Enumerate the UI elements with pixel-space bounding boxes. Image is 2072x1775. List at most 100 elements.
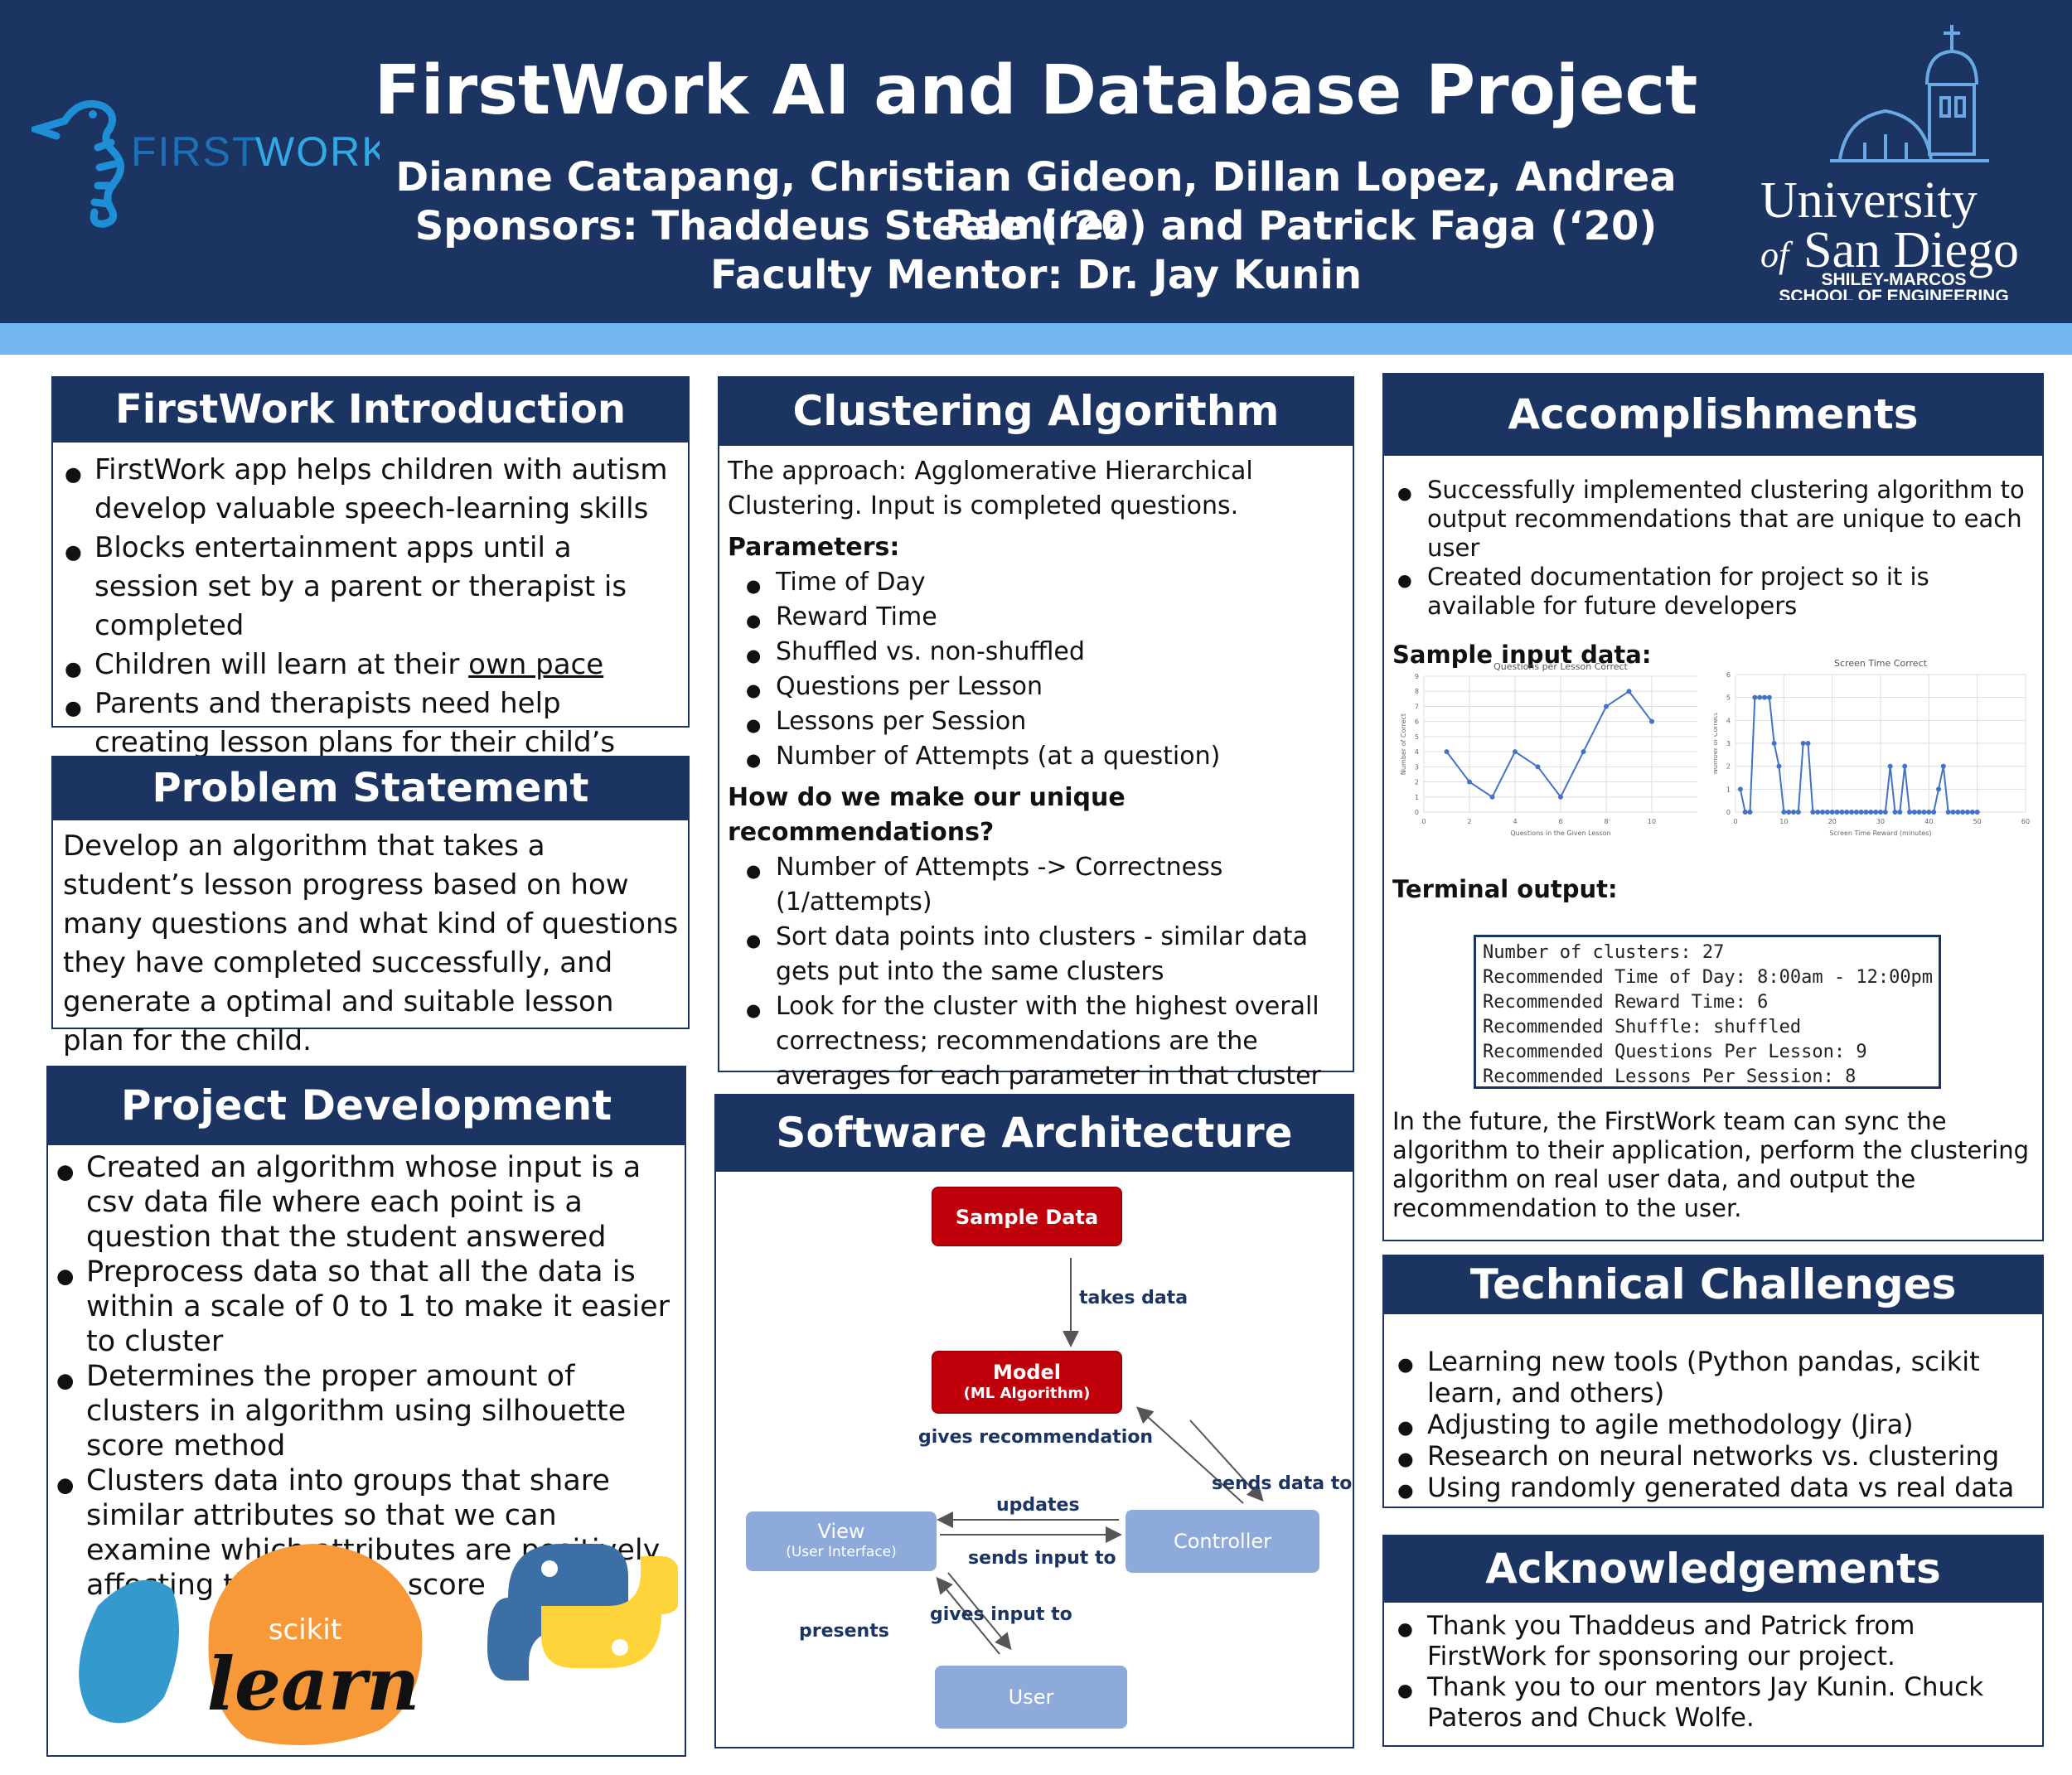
y-tick-label: 8 [1415,688,1419,695]
data-point [1444,749,1450,755]
challenge-bullet: Research on neural networks vs. clusteri… [1392,1440,2036,1475]
chart-title: Screen Time Correct [1834,658,1928,669]
data-point [1849,810,1854,815]
y-tick-label: 7 [1415,703,1419,710]
mission-dome-icon [1830,25,1989,162]
data-point [1795,810,1801,815]
data-point [1535,764,1541,770]
recommendation-step: Number of Attempts -> Correctness (1/att… [741,850,1346,920]
questions-per-lesson-chart: Questions per Lesson Correct 0 1 2 3 4 5 6 7 8 9 0 2… [1400,661,1697,837]
data-point [1902,763,1908,769]
development-heading: Project Development [48,1067,685,1145]
development-bullet: Preprocess data so that all the data is … [51,1255,676,1359]
development-panel: Project Development Created an algorithm… [46,1066,686,1757]
data-point [1916,810,1922,815]
parameter-item: Shuffled vs. non-shuffled [741,635,1346,673]
development-bullet: Created an algorithm whose input is a cs… [51,1150,676,1255]
terminal-line: Recommended Time of Day: 8:00am - 12:00p… [1483,967,1934,988]
challenge-bullet: Adjusting to agile methodology (Jira) [1392,1409,2036,1444]
data-point [1931,810,1937,815]
data-point [1771,741,1777,746]
data-point [1834,810,1840,815]
data-point [1513,749,1518,755]
x-tick-label: 50 [1973,818,1982,825]
parameters-title: Parameters: [728,533,900,562]
edge-updates: updates [996,1495,1080,1516]
x-tick-label: 10 [1779,818,1788,825]
data-point [1955,810,1961,815]
data-point [1649,718,1654,724]
parameter-item: Number of Attempts (at a question) [741,739,1346,777]
sample-data-node: Sample Data [932,1187,1122,1246]
series-line [1739,696,1978,813]
data-point [1897,810,1903,815]
data-point [1776,763,1782,769]
intro-bullets: FirstWork app helps children with autism… [60,451,680,801]
data-point [1882,810,1888,815]
x-axis-label: Screen Time Reward (minutes) [1829,829,1931,837]
data-point [1878,810,1883,815]
data-point [1800,741,1806,746]
library-logos: scikit learn [79,1544,678,1745]
edge-gives-recommendation: gives recommendation [918,1427,1154,1448]
y-tick-label: 0 [1726,809,1731,816]
svg-text:SCHOOL OF ENGINEERING: SCHOOL OF ENGINEERING [1779,287,2008,300]
data-point [1805,741,1811,746]
development-bullet: Determines the proper amount of clusters… [51,1359,676,1463]
y-tick-label: 6 [1726,671,1731,679]
data-point [1752,694,1758,700]
recommendation-steps: Number of Attempts -> Correctness (1/att… [741,850,1346,1094]
y-axis-label: Number of Correct [1714,713,1719,774]
edge-takes-data: takes data [1079,1288,1188,1308]
problem-text: Develop an algorithm that takes a studen… [63,829,679,1057]
y-tick-label: 6 [1415,718,1419,726]
y-tick-label: 3 [1726,740,1731,747]
y-tick-label: 3 [1415,763,1419,771]
challenge-bullet: Learning new tools (Python pandas, sciki… [1392,1346,2036,1409]
python-logo [487,1544,678,1681]
x-tick-label: 40 [1924,818,1933,825]
problem-heading: Problem Statement [53,757,688,820]
recommendations-title: How do we make our unique recommendation… [728,783,1126,847]
accomplishment-bullet: Created documentation for project so it … [1392,563,2036,621]
terminal-title: Terminal output: [1392,875,1618,903]
parameter-item: Lessons per Session [741,704,1346,742]
y-tick-label: 2 [1415,779,1419,786]
x-tick-label: 8 [1604,818,1608,825]
intro-bullet: Blocks entertainment apps until a sessio… [60,529,680,646]
architecture-arrows [936,1258,1264,1655]
future-text: In the future, the FirstWork team can sy… [1392,1107,2029,1222]
view-node: View (User Interface) [746,1511,937,1571]
sponsor-line: Sponsors: Thaddeus Steele (‘20) and Patr… [414,203,1658,249]
x-tick-label: 20 [1828,818,1837,825]
firstwork-logo: FIRST WORK [31,99,380,228]
data-point [1824,810,1830,815]
data-point [1467,779,1472,785]
problem-panel: Problem Statement Develop an algorithm t… [51,756,690,1057]
data-point [1815,810,1821,815]
header-stripe [0,323,2072,355]
acknowledgements-panel: Acknowledgements Thank you Thaddeus and … [1382,1535,2044,1747]
scikit-learn-logo: scikit learn [79,1544,423,1745]
data-point [1747,810,1753,815]
model-label: Model [992,1361,1062,1384]
terminal-line: Recommended Shuffle: shuffled [1483,1017,1802,1037]
emphasis-text: own pace [468,648,604,681]
data-point [1858,810,1864,815]
challenges-heading: Technical Challenges [1384,1256,2042,1314]
data-point [1853,810,1859,815]
edge-gives-input-to: gives input to [930,1604,1072,1625]
architecture-panel: Software Architecture Sample Data Model … [714,1094,1354,1748]
terminal-line: Recommended Lessons Per Session: 8 [1483,1066,1857,1087]
mentor-line: Faculty Mentor: Dr. Jay Kunin [709,252,1363,298]
accomplishment-bullet: Successfully implemented clustering algo… [1392,476,2036,563]
data-point [1489,794,1495,800]
challenges-bullets: Learning new tools (Python pandas, sciki… [1392,1346,2036,1507]
data-point [1868,810,1874,815]
accomplishments-panel: Accomplishments Successfully implemented… [1382,373,2044,1241]
data-point [1839,810,1845,815]
x-tick-label: 60 [2021,818,2030,825]
data-point [1626,689,1632,694]
terminal-line: Number of clusters: 27 [1483,942,1725,963]
intro-bullet: FirstWork app helps children with autism… [60,451,680,529]
